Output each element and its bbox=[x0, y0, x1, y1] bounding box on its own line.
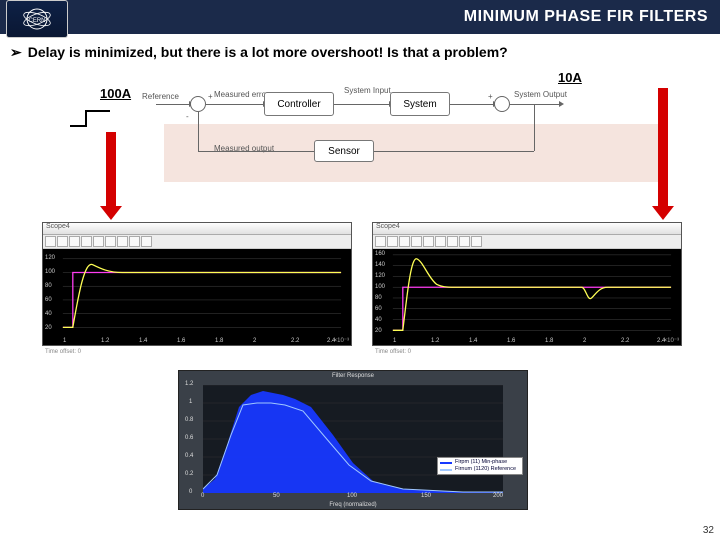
svg-text:CERN: CERN bbox=[28, 18, 45, 24]
red-arrow-right bbox=[658, 88, 668, 208]
spectrum-xlabel: Freq (normalized) bbox=[179, 502, 527, 508]
cern-logo-icon: CERN bbox=[15, 4, 59, 34]
spectrum-plot: Filter Response 1.2 1 0.8 bbox=[178, 370, 528, 510]
scope-right-toolbar bbox=[373, 235, 681, 249]
lbl-error: Measured error bbox=[214, 90, 269, 99]
lbl-sysin: System Input bbox=[344, 86, 384, 95]
title-bar: MINIMUM PHASE FIR FILTERS bbox=[0, 0, 720, 34]
bullet-text: Delay is minimized, but there is a lot m… bbox=[28, 44, 508, 61]
scope-left-title: Scope4 bbox=[43, 223, 351, 235]
scope-right-plot: 160 140 120 100 80 60 40 20 1 1.2 1.4 1.… bbox=[373, 249, 681, 345]
bullet-row: ➢ Delay is minimized, but there is a lot… bbox=[0, 34, 720, 61]
spectrum-title: Filter Response bbox=[179, 373, 527, 379]
scope-left: Scope4 120 100 80 60 40 20 1 bbox=[42, 222, 352, 346]
node-sensor: Sensor bbox=[314, 140, 374, 162]
node-system: System bbox=[390, 92, 450, 116]
block-diagram: Reference + - Measured error Controller … bbox=[164, 82, 664, 182]
cern-logo: CERN bbox=[6, 0, 68, 38]
red-arrow-left bbox=[106, 132, 116, 208]
sum-node-1 bbox=[190, 96, 206, 112]
node-controller: Controller bbox=[264, 92, 334, 116]
scope-left-plot: 120 100 80 60 40 20 1 1.2 1.4 1.6 1.8 2 … bbox=[43, 249, 351, 345]
ann-100a: 100A bbox=[100, 86, 131, 101]
lbl-sysout: System Output bbox=[514, 90, 564, 99]
step-input-icon bbox=[70, 108, 110, 130]
page-number: 32 bbox=[703, 525, 714, 536]
scope-right: Scope4 160 140 120 100 80 60 bbox=[372, 222, 682, 346]
slide: CERN MINIMUM PHASE FIR FILTERS ➢ Delay i… bbox=[0, 0, 720, 540]
scope-right-title: Scope4 bbox=[373, 223, 681, 235]
sum-node-2 bbox=[494, 96, 510, 112]
lbl-reference: Reference bbox=[142, 92, 179, 101]
spectrum-legend: Firpm (11) Min-phase Firnum (1120) Refer… bbox=[437, 457, 523, 475]
bullet-glyph: ➢ bbox=[10, 44, 22, 61]
slide-title: MINIMUM PHASE FIR FILTERS bbox=[464, 8, 708, 26]
scope-left-toolbar bbox=[43, 235, 351, 249]
